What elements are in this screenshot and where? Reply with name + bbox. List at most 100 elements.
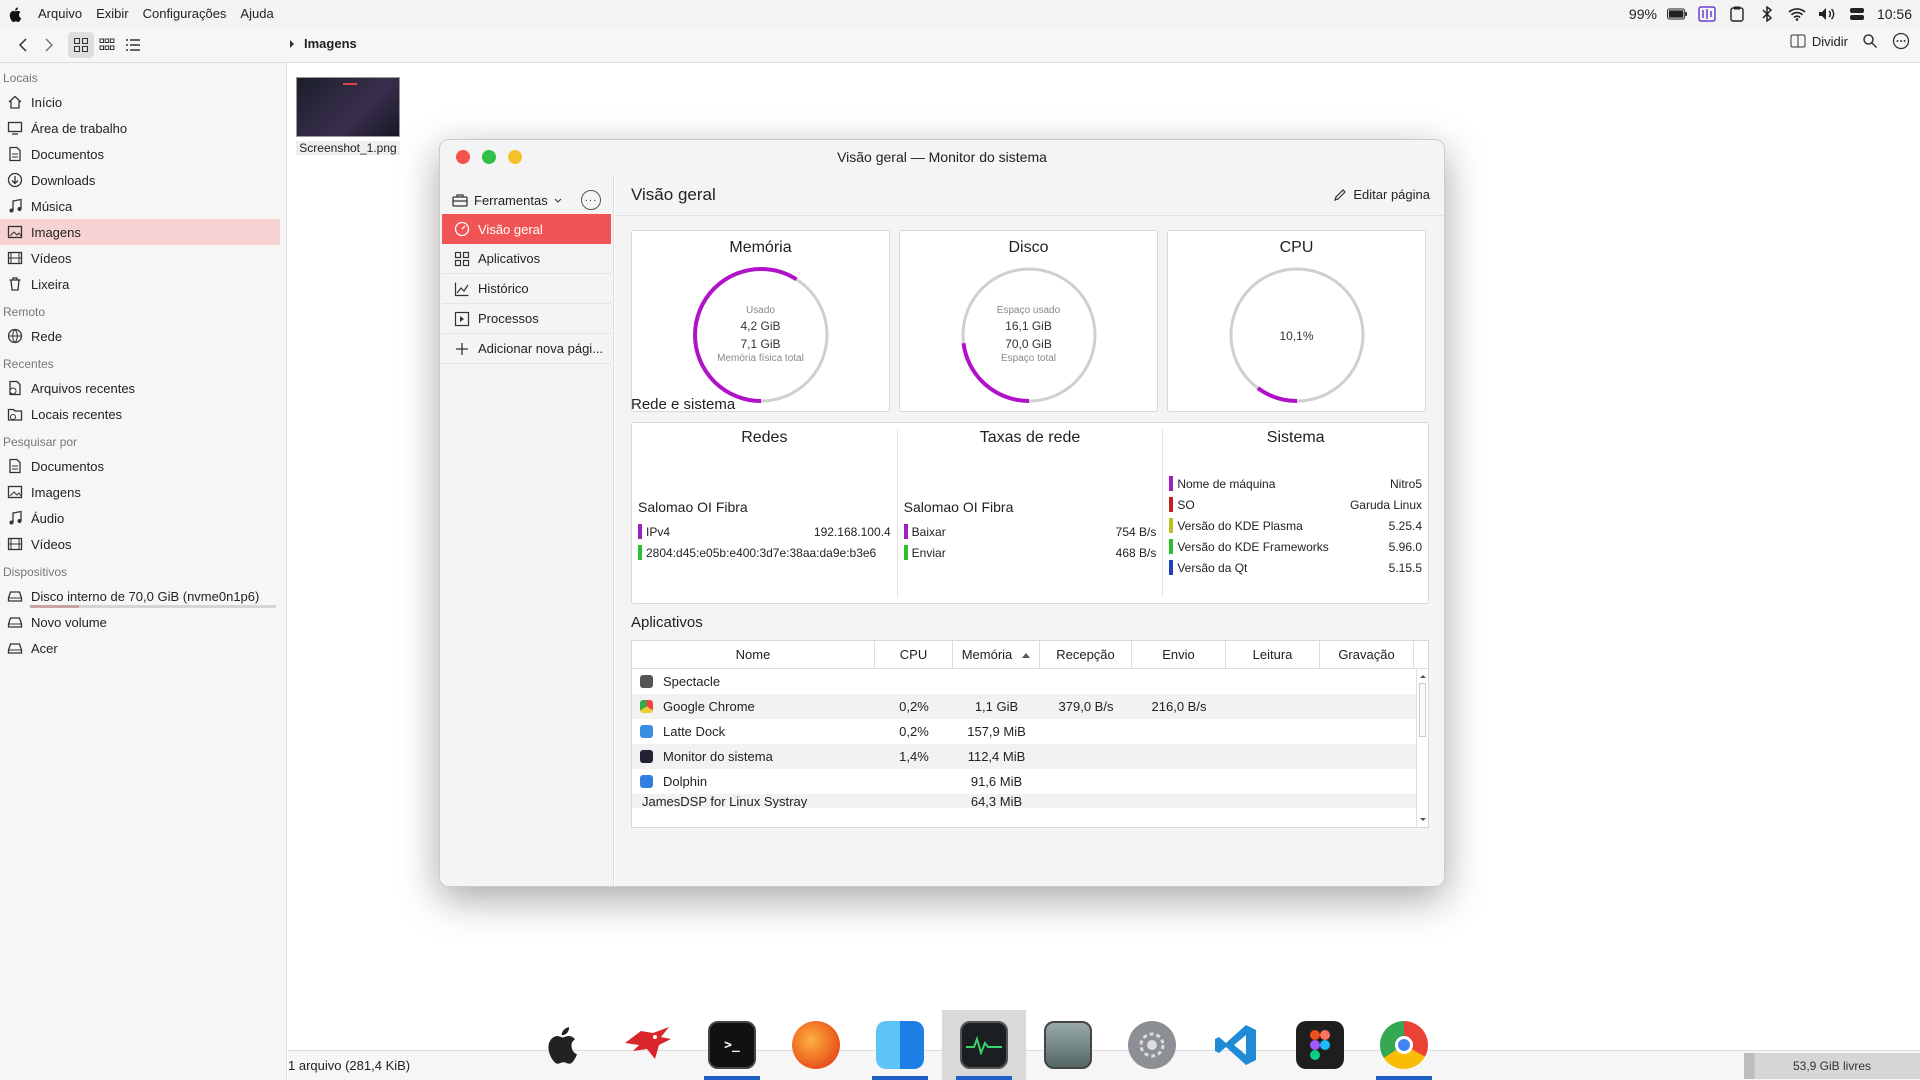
- free-space-indicator[interactable]: 53,9 GiB livres: [1744, 1053, 1920, 1079]
- table-row[interactable]: Latte Dock 0,2% 157,9 MiB: [632, 719, 1416, 744]
- nav-aplicativos[interactable]: Aplicativos: [442, 244, 611, 274]
- edit-page-button[interactable]: Editar página: [1333, 187, 1430, 202]
- nav-visao-geral[interactable]: Visão geral: [442, 214, 611, 244]
- chevron-right-icon[interactable]: [288, 39, 296, 49]
- table-row[interactable]: Monitor do sistema 1,4% 112,4 MiB: [632, 744, 1416, 769]
- search-icon[interactable]: [1862, 33, 1878, 49]
- col-memoria[interactable]: Memória: [953, 641, 1040, 668]
- network-globe-icon: [7, 328, 23, 344]
- nav-adicionar-pagina[interactable]: Adicionar nova pági...: [442, 334, 611, 364]
- sidebar-item-arquivos-recentes[interactable]: Arquivos recentes: [0, 375, 286, 401]
- dock-item-figma[interactable]: [1278, 1010, 1362, 1080]
- col-cpu[interactable]: CPU: [875, 641, 953, 668]
- sidebar-item-locais-recentes[interactable]: Locais recentes: [0, 401, 286, 427]
- dock-item-system-monitor[interactable]: [942, 1010, 1026, 1080]
- sidebar-item-label: Música: [31, 198, 73, 214]
- icons-view-button[interactable]: [68, 31, 94, 58]
- sidebar-item-search-imagens[interactable]: Imagens: [0, 479, 286, 505]
- sidebar-item-inicio[interactable]: Início: [0, 89, 286, 115]
- table-row[interactable]: Google Chrome 0,2% 1,1 GiB 379,0 B/s 216…: [632, 694, 1416, 719]
- sidebar-item-search-documentos[interactable]: Documentos: [0, 453, 286, 479]
- legend-bar: [638, 524, 642, 539]
- cpu-card[interactable]: CPU 10,1%: [1167, 230, 1426, 412]
- memory-card[interactable]: Memória Usado 4,2 GiB 7,1 GiB Memória fí…: [631, 230, 890, 412]
- clock[interactable]: 10:56: [1877, 6, 1912, 22]
- disk-card[interactable]: Disco Espaço usado 16,1 GiB 70,0 GiB Esp…: [899, 230, 1158, 412]
- nav-historico[interactable]: Histórico: [442, 274, 611, 304]
- col-leitura[interactable]: Leitura: [1226, 641, 1320, 668]
- sidebar-item-imagens[interactable]: Imagens: [0, 219, 280, 245]
- recent-places-icon: [7, 408, 23, 421]
- back-button[interactable]: [10, 32, 36, 58]
- sidebar-item-disco-interno[interactable]: Disco interno de 70,0 GiB (nvme0n1p6): [0, 583, 286, 609]
- forward-button[interactable]: [36, 32, 62, 58]
- sidebar-item-label: Início: [31, 94, 63, 110]
- menu-configuracoes[interactable]: Configurações: [143, 6, 227, 21]
- scroll-down-icon[interactable]: [1417, 815, 1429, 825]
- sidebar-item-acer[interactable]: Acer: [0, 635, 286, 661]
- col-envio[interactable]: Envio: [1132, 641, 1226, 668]
- sidebar-item-novo-volume[interactable]: Novo volume: [0, 609, 286, 635]
- breadcrumb-current[interactable]: Imagens: [304, 36, 357, 51]
- dock-item-settings[interactable]: [1110, 1010, 1194, 1080]
- clipboard-icon[interactable]: [1727, 6, 1747, 22]
- maximize-button[interactable]: [482, 150, 496, 164]
- file-name[interactable]: Screenshot_1.png: [296, 141, 400, 155]
- volume-icon[interactable]: [1817, 6, 1837, 22]
- more-options-icon[interactable]: [1892, 32, 1910, 50]
- sidebar-item-label: Vídeos: [31, 536, 72, 552]
- col-recepcao[interactable]: Recepção: [1040, 641, 1132, 668]
- dock-item-vscode[interactable]: [1194, 1010, 1278, 1080]
- battery-icon[interactable]: [1666, 6, 1687, 22]
- file-thumbnail[interactable]: [296, 77, 400, 137]
- row-value: 468 B/s: [1115, 545, 1157, 560]
- sidebar-item-documentos[interactable]: Documentos: [0, 141, 286, 167]
- scroll-up-icon[interactable]: [1417, 671, 1429, 681]
- col-nome[interactable]: Nome: [632, 641, 875, 668]
- sidebar-item-area-de-trabalho[interactable]: Área de trabalho: [0, 115, 286, 141]
- storage-icon[interactable]: [1847, 6, 1867, 22]
- tools-menu[interactable]: Ferramentas ···: [440, 174, 613, 214]
- sidebar-item-lixeira[interactable]: Lixeira: [0, 271, 286, 297]
- dock-item-apple[interactable]: [522, 1010, 606, 1080]
- minimize-button[interactable]: [508, 150, 522, 164]
- table-body[interactable]: Spectacle Google Chrome 0,2% 1,1 GiB 379…: [632, 669, 1416, 827]
- app-mem: 64,3 MiB: [970, 794, 1023, 808]
- sidebar-item-label: Imagens: [31, 484, 81, 500]
- column-title: Sistema: [1266, 429, 1325, 446]
- menu-arquivo[interactable]: Arquivo: [38, 6, 82, 21]
- menu-exibir[interactable]: Exibir: [96, 6, 129, 21]
- equalizer-icon[interactable]: [1697, 5, 1717, 22]
- bluetooth-icon[interactable]: [1757, 5, 1777, 22]
- sidebar-item-search-audio[interactable]: Áudio: [0, 505, 286, 531]
- table-row[interactable]: JamesDSP for Linux Systray 64,3 MiB: [632, 794, 1416, 808]
- col-gravacao[interactable]: Gravação: [1320, 641, 1414, 668]
- split-button[interactable]: Dividir: [1790, 34, 1848, 49]
- sidebar-item-musica[interactable]: Música: [0, 193, 286, 219]
- dock-item-terminal[interactable]: >_: [690, 1010, 774, 1080]
- table-row[interactable]: Dolphin 91,6 MiB: [632, 769, 1416, 794]
- dock-item-disks[interactable]: [1026, 1010, 1110, 1080]
- applications-icon: [454, 251, 470, 266]
- sidebar-item-videos[interactable]: Vídeos: [0, 245, 286, 271]
- table-row[interactable]: Spectacle: [632, 669, 1416, 694]
- sidebar-item-search-videos[interactable]: Vídeos: [0, 531, 286, 557]
- sidebar-item-rede[interactable]: Rede: [0, 323, 286, 349]
- nav-processos[interactable]: Processos: [442, 304, 611, 334]
- wifi-icon[interactable]: [1787, 6, 1807, 22]
- dock-item-chrome[interactable]: [1362, 1010, 1446, 1080]
- apple-icon[interactable]: [8, 6, 24, 22]
- table-scrollbar[interactable]: [1416, 669, 1428, 827]
- sidebar-item-downloads[interactable]: Downloads: [0, 167, 286, 193]
- dock-item-finder[interactable]: [858, 1010, 942, 1080]
- compact-view-button[interactable]: [94, 32, 120, 58]
- dock-item-firedragon[interactable]: [774, 1010, 858, 1080]
- close-button[interactable]: [456, 150, 470, 164]
- more-icon[interactable]: ···: [581, 190, 601, 210]
- dock-item-garuda[interactable]: [606, 1010, 690, 1080]
- window-titlebar[interactable]: Visão geral — Monitor do sistema: [440, 140, 1444, 174]
- running-indicator: [956, 1076, 1012, 1080]
- menu-ajuda[interactable]: Ajuda: [240, 6, 273, 21]
- scroll-thumb[interactable]: [1419, 683, 1426, 737]
- details-view-button[interactable]: [120, 32, 146, 58]
